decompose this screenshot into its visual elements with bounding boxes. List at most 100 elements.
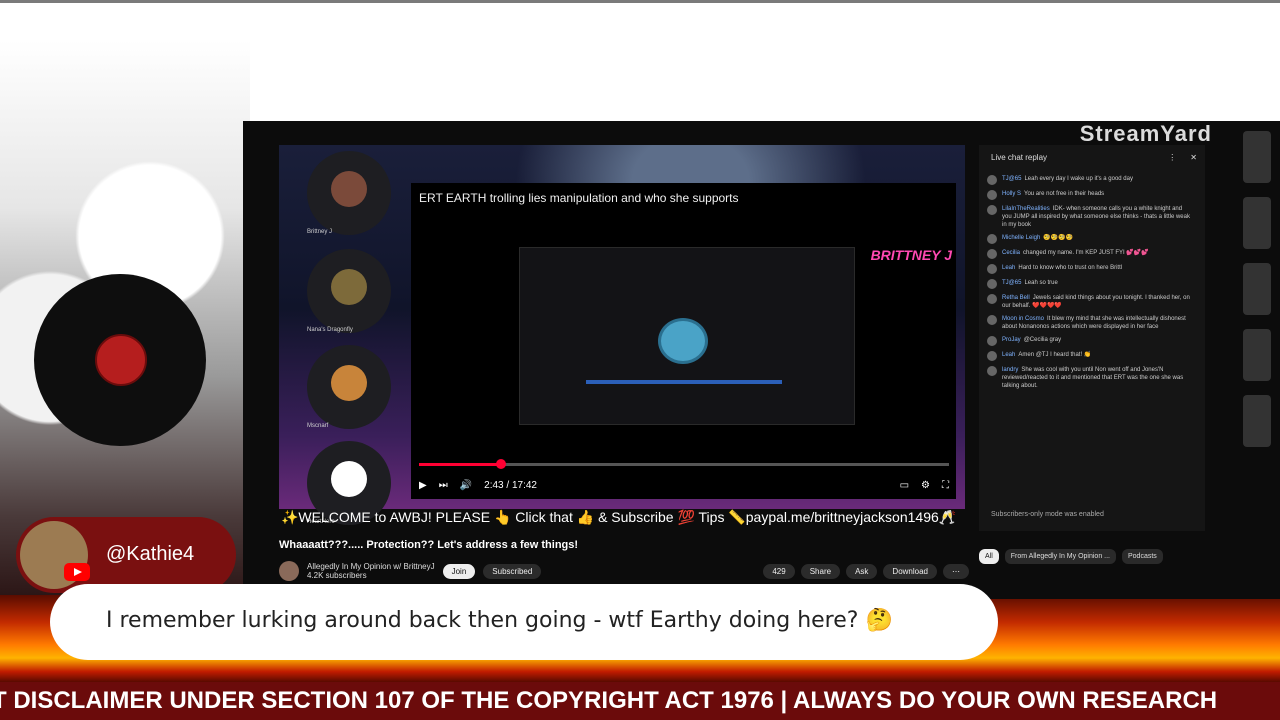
disclaimer-ticker: T DISCLAIMER UNDER SECTION 107 OF THE CO… <box>0 682 1280 720</box>
chat-author-avatar <box>987 249 997 259</box>
welcome-banner: ✨WELCOME to AWBJ! PLEASE 👆 Click that 👍 … <box>281 509 957 525</box>
channel-name[interactable]: Allegedly In My Opinion w/ BrittneyJ <box>307 562 435 571</box>
share-button[interactable]: Share <box>800 563 841 579</box>
chat-text: @Cecilia gray <box>1023 337 1062 343</box>
side-thumbnails <box>1243 131 1280 591</box>
tab-all[interactable]: All <box>979 549 999 564</box>
chat-header-label[interactable]: Live chat replay <box>991 153 1047 162</box>
like-button[interactable]: 429 <box>763 563 795 579</box>
chat-text: changed my name. I'm KEP JUST FYI 💕💕💕 <box>1023 250 1149 256</box>
progress-bar[interactable] <box>419 459 949 469</box>
next-icon[interactable]: ⏭ <box>439 480 448 491</box>
chat-author-avatar <box>987 279 997 289</box>
chat-message-body: Cecilia changed my name. I'm KEP JUST FYI… <box>1002 249 1149 259</box>
chat-message: Cecilia changed my name. I'm KEP JUST FYI… <box>987 249 1191 259</box>
embedded-progress-bar <box>586 380 782 384</box>
tab-podcasts[interactable]: Podcasts <box>1122 549 1163 564</box>
ask-button[interactable]: Ask <box>846 563 878 579</box>
volume-icon[interactable]: 🔊 <box>460 480 472 491</box>
chat-message: Moon in Cosmo It blew my mind that she wa… <box>987 315 1191 331</box>
progress-scrubber[interactable] <box>496 459 507 469</box>
chat-menu-icon[interactable]: ⋮ <box>1168 153 1176 162</box>
screen-share: StreamYard Brittney J Nana's Dragonfly M… <box>243 121 1280 599</box>
chat-author-avatar <box>987 190 997 200</box>
thumbnail[interactable] <box>1243 197 1271 249</box>
chat-author-avatar <box>987 294 997 304</box>
chat-messages: TJ@65 Leah every day I wake up it's a goo… <box>987 175 1191 395</box>
speaker-name: Brittney J <box>307 229 333 235</box>
join-button[interactable]: Join <box>442 563 476 579</box>
chat-message-body: Leah Hard to know who to trust on here Br… <box>1002 264 1122 274</box>
chat-message-body: landry She was cool with you until Non we… <box>1002 366 1191 390</box>
chat-author: Moon in Cosmo <box>1002 316 1045 322</box>
chat-message-body: TJ@65 Leah every day I wake up it's a goo… <box>1002 175 1133 185</box>
chat-author-avatar <box>987 175 997 185</box>
chat-message: Leah Amen @TJ I heard that! 👏 <box>987 351 1191 361</box>
comment-bubble: I remember lurking around back then goin… <box>50 584 998 660</box>
embedded-avatar <box>658 318 708 364</box>
chat-author-avatar <box>987 315 997 325</box>
host-avatar <box>95 334 147 386</box>
chat-text: Jewels said kind things about you tonigh… <box>1002 295 1190 309</box>
chat-message-body: Retha Bell Jewels said kind things about … <box>1002 294 1191 310</box>
chat-author: landry <box>1002 367 1019 373</box>
chat-message: Michelle Leigh 🧐🧐🧐🧐 <box>987 234 1191 244</box>
chat-text: 🧐🧐🧐🧐 <box>1043 235 1074 241</box>
chat-message-body: TJ@65 Leah so true <box>1002 279 1058 289</box>
thumbnail[interactable] <box>1243 395 1271 447</box>
chat-author: Retha Bell <box>1002 295 1030 301</box>
chat-author: TJ@65 <box>1002 176 1022 182</box>
chat-message-body: ProJay @Cecilia gray <box>1002 336 1061 346</box>
chat-author: ProJay <box>1002 337 1021 343</box>
chat-message: ProJay @Cecilia gray <box>987 336 1191 346</box>
subscriber-count: 4.2K subscribers <box>307 571 367 580</box>
thumbnail[interactable] <box>1243 131 1271 183</box>
speaker-tile: Brittney J <box>307 151 391 235</box>
chat-author: Leah <box>1002 352 1016 358</box>
chat-author: Leah <box>1002 265 1016 271</box>
thumbnail[interactable] <box>1243 263 1271 315</box>
streamyard-logo: StreamYard <box>1079 121 1212 146</box>
chat-message: TJ@65 Leah so true <box>987 279 1191 289</box>
subscribed-button[interactable]: Subscribed <box>483 563 542 579</box>
chat-author: Holly S <box>1002 191 1022 197</box>
play-icon[interactable]: ▶ <box>419 480 427 491</box>
chat-text: Leah every day I wake up it's a good day <box>1024 176 1133 182</box>
ticker-text: T DISCLAIMER UNDER SECTION 107 OF THE CO… <box>0 687 1218 714</box>
youtube-icon <box>64 563 90 581</box>
download-button[interactable]: Download <box>883 563 937 579</box>
embedded-screen <box>519 247 855 425</box>
thumbnail[interactable] <box>1243 329 1271 381</box>
channel-avatar[interactable] <box>279 561 299 581</box>
commenter-badge: @Kathie4 <box>16 517 236 593</box>
live-chat-panel: Live chat replay ⋮ ✕ TJ@65 Leah every day… <box>979 145 1205 531</box>
chat-author-avatar <box>987 264 997 274</box>
chat-author: LilaInTheRealities <box>1002 206 1050 212</box>
speaker-avatar <box>331 365 367 401</box>
captions-icon[interactable]: ▭ <box>900 480 909 491</box>
speaker-avatar <box>331 269 367 305</box>
tab-from-channel[interactable]: From Allegedly In My Opinion ... <box>1004 549 1116 564</box>
speaker-tile: Nana's Dragonfly <box>307 249 391 333</box>
fullscreen-icon[interactable]: ⛶ <box>942 480 949 491</box>
chat-message: landry She was cool with you until Non we… <box>987 366 1191 390</box>
progress-fill <box>419 463 502 466</box>
close-icon[interactable]: ✕ <box>1190 153 1197 162</box>
host-video-circle <box>34 274 206 446</box>
speaker-name: Nana's Dragonfly <box>307 327 353 333</box>
video-player[interactable]: Brittney J Nana's Dragonfly Mscnarf Hear… <box>279 145 965 525</box>
top-border <box>0 0 1280 3</box>
commenter-username: @Kathie4 <box>106 543 195 565</box>
chat-message-body: LilaInTheRealities IDK- when someone call… <box>1002 205 1191 229</box>
embedded-video[interactable]: ERT EARTH trolling lies manipulation and… <box>411 183 956 499</box>
chat-author-avatar <box>987 366 997 376</box>
video-title: Whaaaatt???..... Protection?? Let's addr… <box>279 539 579 551</box>
chat-message: Leah Hard to know who to trust on here Br… <box>987 264 1191 274</box>
chat-message: Retha Bell Jewels said kind things about … <box>987 294 1191 310</box>
chat-message-body: Holly S You are not free in their heads <box>1002 190 1104 200</box>
chat-author-avatar <box>987 205 997 215</box>
comment-text: I remember lurking around back then goin… <box>106 608 893 633</box>
more-icon[interactable]: ⋯ <box>943 563 969 579</box>
settings-icon[interactable]: ⚙ <box>921 480 930 491</box>
chat-footer: Subscribers-only mode was enabled <box>991 511 1104 518</box>
